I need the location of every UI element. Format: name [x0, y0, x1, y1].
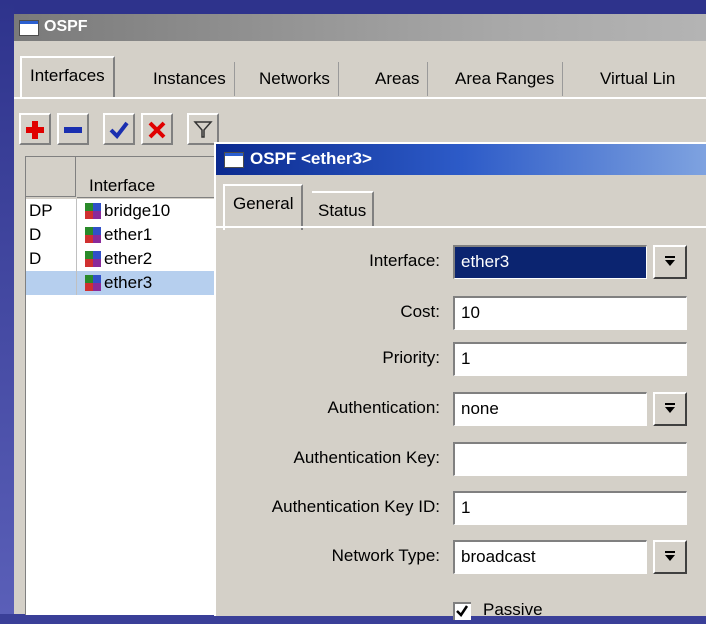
check-icon — [109, 121, 129, 140]
add-button[interactable] — [19, 113, 51, 145]
auth-key-id-row: Authentication Key ID: 1 — [216, 491, 706, 525]
network-type-row: Network Type: broadcast — [216, 540, 706, 574]
network-type-dropdown-button[interactable] — [653, 540, 687, 574]
filter-icon — [193, 121, 213, 138]
window-title: OSPF — [44, 18, 88, 35]
authentication-label: Authentication: — [327, 398, 440, 417]
priority-row: Priority: 1 — [216, 342, 706, 376]
window-titlebar[interactable]: OSPF — [14, 14, 706, 41]
dialog-titlebar[interactable]: OSPF <ether3> — [216, 144, 706, 175]
auth-key-label: Authentication Key: — [293, 448, 440, 467]
tab-bar: Interfaces Instances Networks Areas Area… — [18, 54, 706, 98]
chevron-down-icon — [665, 403, 675, 413]
passive-label: Passive — [483, 600, 543, 619]
tab-virtual-links[interactable]: Virtual Lin — [600, 62, 675, 96]
row-flag: D — [29, 225, 42, 244]
interface-list: Interface DP bridge10 D ether1 D ether2 … — [25, 156, 220, 615]
priority-label: Priority: — [382, 348, 440, 367]
interface-label: Interface: — [369, 251, 440, 270]
auth-key-id-value: 1 — [461, 498, 471, 517]
desktop-strip — [0, 0, 14, 614]
divider — [76, 199, 77, 223]
divider — [76, 223, 77, 247]
cost-label: Cost: — [400, 302, 440, 321]
minus-icon — [64, 127, 82, 133]
authentication-value: none — [461, 399, 499, 418]
tab-instances[interactable]: Instances — [153, 62, 235, 96]
cost-input[interactable]: 10 — [453, 296, 687, 330]
priority-value: 1 — [461, 349, 471, 368]
tab-panel-border — [14, 97, 706, 99]
authentication-dropdown-button[interactable] — [653, 392, 687, 426]
row-interface-name: bridge10 — [104, 201, 171, 220]
interface-select[interactable]: ether3 — [453, 245, 647, 279]
check-icon — [456, 605, 469, 617]
remove-button[interactable] — [57, 113, 89, 145]
interface-value: ether3 — [461, 252, 510, 271]
x-icon — [148, 121, 166, 139]
auth-key-id-label: Authentication Key ID: — [271, 497, 440, 516]
auth-key-row: Authentication Key: — [216, 442, 706, 476]
network-type-value: broadcast — [461, 547, 536, 566]
ospf-interface-dialog: OSPF <ether3> General Status Interface: … — [214, 142, 706, 620]
chevron-down-icon — [665, 256, 675, 266]
tab-networks[interactable]: Networks — [259, 62, 339, 96]
column-header-interface[interactable]: Interface — [77, 157, 220, 198]
row-interface-name: ether2 — [104, 249, 153, 268]
tab-status[interactable]: Status — [312, 191, 375, 227]
table-row-selected[interactable]: ether3 — [26, 271, 220, 295]
dialog-title: OSPF <ether3> — [250, 149, 372, 168]
dialog-tab-border — [216, 226, 706, 228]
tab-general[interactable]: General — [223, 184, 304, 230]
filter-button[interactable] — [187, 113, 219, 145]
divider — [76, 271, 77, 295]
disable-button[interactable] — [141, 113, 173, 145]
authentication-row: Authentication: none — [216, 392, 706, 426]
desktop-background — [0, 0, 706, 14]
network-type-select[interactable]: broadcast — [453, 540, 647, 574]
interface-dropdown-button[interactable] — [653, 245, 687, 279]
table-row[interactable]: DP bridge10 — [26, 199, 220, 223]
tab-area-ranges[interactable]: Area Ranges — [455, 62, 564, 96]
network-type-label: Network Type: — [331, 546, 440, 565]
cost-row: Cost: 10 — [216, 296, 706, 330]
divider — [76, 247, 77, 271]
list-header: Interface — [26, 157, 220, 199]
column-header-flags[interactable] — [26, 157, 76, 197]
row-flag: D — [29, 249, 42, 268]
plus-icon — [26, 121, 44, 139]
cost-value: 10 — [461, 303, 480, 322]
enable-button[interactable] — [103, 113, 135, 145]
chevron-down-icon — [665, 551, 675, 561]
interface-row: Interface: ether3 — [216, 245, 706, 279]
tab-interfaces[interactable]: Interfaces — [20, 56, 115, 98]
window-icon — [19, 20, 39, 36]
window-icon — [224, 152, 244, 168]
row-flag: DP — [29, 201, 53, 220]
table-row[interactable]: D ether1 — [26, 223, 220, 247]
row-interface-name: ether3 — [104, 273, 153, 292]
tab-areas[interactable]: Areas — [375, 62, 429, 96]
table-row[interactable]: D ether2 — [26, 247, 220, 271]
authentication-select[interactable]: none — [453, 392, 647, 426]
passive-checkbox[interactable] — [453, 602, 471, 620]
interface-icon — [85, 203, 101, 219]
row-interface-name: ether1 — [104, 225, 153, 244]
interface-icon — [85, 251, 101, 267]
auth-key-input[interactable] — [453, 442, 687, 476]
interface-icon — [85, 227, 101, 243]
column-header-label: Interface — [89, 176, 156, 195]
priority-input[interactable]: 1 — [453, 342, 687, 376]
auth-key-id-input[interactable]: 1 — [453, 491, 687, 525]
interface-icon — [85, 275, 101, 291]
